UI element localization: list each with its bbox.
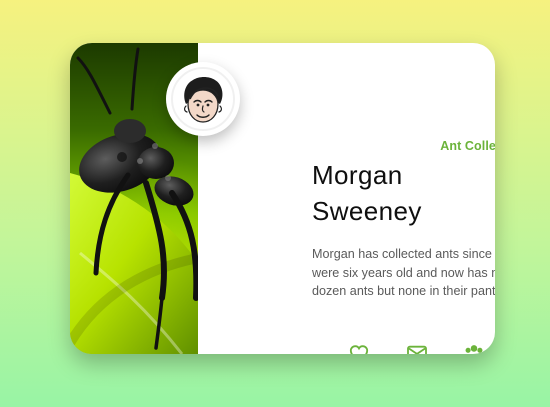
envelope-icon — [406, 344, 428, 354]
bio-text: Morgan has collected ants since they wer… — [312, 247, 495, 299]
role-label: Ant Collector — [440, 139, 495, 153]
like-button[interactable] — [346, 340, 372, 354]
action-bar — [346, 340, 495, 354]
person-name: Morgan Sweeney — [312, 157, 495, 229]
person-name-first: Morgan — [312, 160, 403, 190]
users-icon — [463, 343, 485, 354]
message-button[interactable] — [404, 340, 430, 354]
heart-icon — [348, 343, 370, 354]
person-name-last: Sweeney — [312, 196, 422, 226]
group-button[interactable] — [461, 340, 487, 354]
avatar — [166, 62, 240, 136]
profile-card: Ant Collector Morgan Sweeney Morgan has … — [70, 43, 495, 354]
